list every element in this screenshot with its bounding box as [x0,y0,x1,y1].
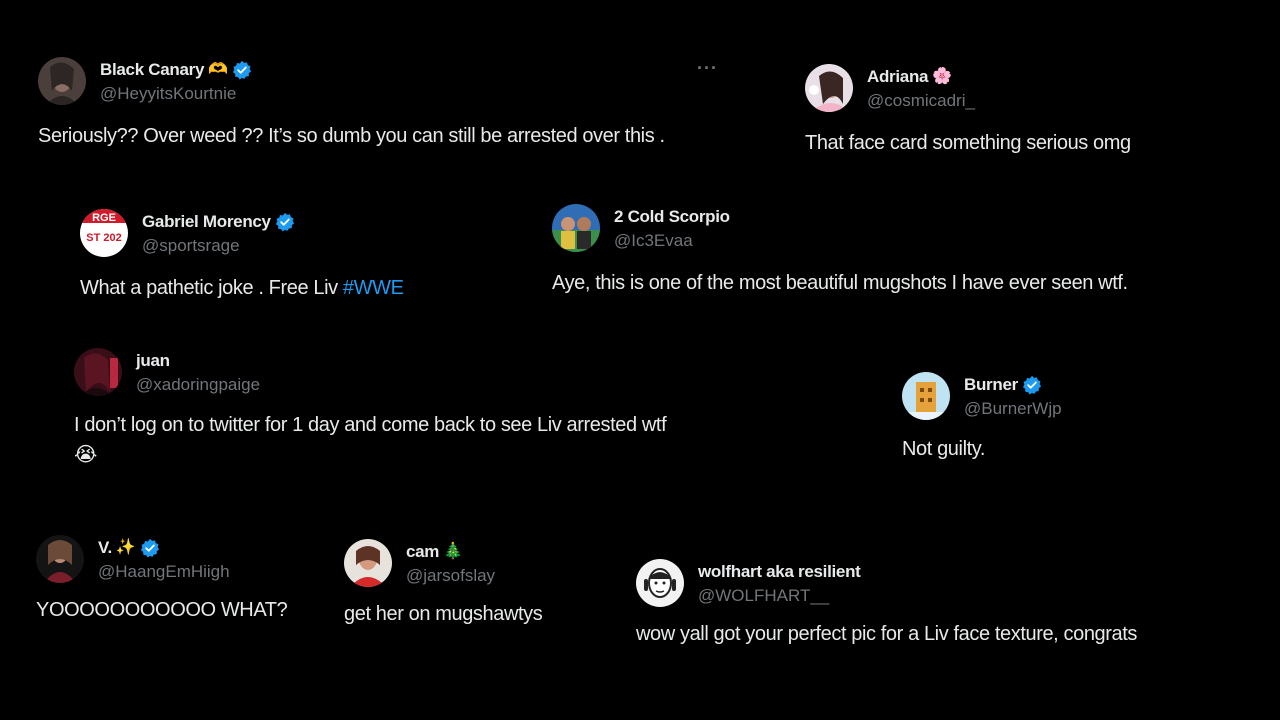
display-name[interactable]: V. [98,538,112,558]
handle[interactable]: @WOLFHART__ [698,586,861,606]
tweet-text: I don’t log on to twitter for 1 day and … [74,414,667,436]
tweet-cam: cam 🎄 @jarsofslay get her on mugshawtys [344,539,543,629]
tweet-v: V. ✨ @HaangEmHiigh YOOOOOOOOOOO WHAT? [36,535,288,625]
handle[interactable]: @HeyyitsKourtnie [100,84,252,104]
handle[interactable]: @BurnerWjp [964,399,1062,419]
verified-badge-icon [1022,375,1042,395]
display-name[interactable]: wolfhart aka resilient [698,562,861,582]
avatar[interactable] [74,348,122,396]
tweet-black-canary: Black Canary 🫶 @HeyyitsKourtnie Seriousl… [38,57,665,151]
display-name[interactable]: Black Canary [100,60,204,80]
handle[interactable]: @jarsofslay [406,566,495,586]
tweet-text-body: What a pathetic joke . Free Liv [80,277,343,299]
tweet-wolfhart: wolfhart aka resilient @WOLFHART__ wow y… [636,559,1137,649]
tweet-gabriel-morency: RGE ST 202 Gabriel Morency @sportsrage Wh… [80,209,404,303]
cherry-blossom-emoji: 🌸 [932,68,953,85]
tweet-text: What a pathetic joke . Free Liv #WWE [80,273,404,303]
display-name[interactable]: juan [136,351,170,371]
avatar[interactable]: RGE ST 202 [80,209,128,257]
tweet-text-emoji: 😭 [74,444,97,466]
tweet-text: Aye, this is one of the most beautiful m… [552,272,1128,294]
sparkles-emoji: ✨ [115,539,136,556]
verified-badge-icon [232,60,252,80]
tweet-adriana: Adriana 🌸 @cosmicadri_ That face card so… [805,64,1131,158]
tweet-text: That face card something serious omg [805,132,1131,154]
avatar[interactable] [805,64,853,112]
christmas-tree-emoji: 🎄 [443,543,464,560]
verified-badge-icon [140,538,160,558]
avatar[interactable] [902,372,950,420]
handle[interactable]: @Ic3Evaa [614,231,730,251]
avatar[interactable] [344,539,392,587]
svg-text:ST 202: ST 202 [86,232,121,244]
handle[interactable]: @HaangEmHiigh [98,562,230,582]
svg-text:RGE: RGE [92,212,116,224]
verified-badge-icon [275,212,295,232]
display-name[interactable]: Adriana [867,67,929,87]
tweet-2-cold-scorpio: 2 Cold Scorpio @Ic3Evaa Aye, this is one… [552,204,1128,298]
handle[interactable]: @cosmicadri_ [867,91,975,111]
tweet-text: Seriously?? Over weed ?? It’s so dumb yo… [38,125,665,147]
more-options-icon[interactable]: ··· [697,58,718,79]
tweet-juan: juan @xadoringpaige I don’t log on to tw… [74,348,667,470]
display-name[interactable]: Burner [964,375,1018,395]
avatar[interactable] [38,57,86,105]
handle[interactable]: @sportsrage [142,236,295,256]
tweet-text: wow yall got your perfect pic for a Liv … [636,623,1138,645]
tweet-text: get her on mugshawtys [344,603,543,625]
display-name[interactable]: Gabriel Morency [142,212,271,232]
hashtag-link[interactable]: #WWE [343,277,404,299]
display-name[interactable]: 2 Cold Scorpio [614,207,730,227]
tweet-text: YOOOOOOOOOOO WHAT? [36,599,288,621]
avatar[interactable] [552,204,600,252]
heart-hands-emoji: 🫶 [208,61,229,78]
tweet-burner: Burner @BurnerWjp Not guilty. [902,372,1062,464]
display-name[interactable]: cam [406,542,439,562]
avatar[interactable] [36,535,84,583]
handle[interactable]: @xadoringpaige [136,375,260,395]
tweet-text: Not guilty. [902,438,986,460]
avatar[interactable] [636,559,684,607]
